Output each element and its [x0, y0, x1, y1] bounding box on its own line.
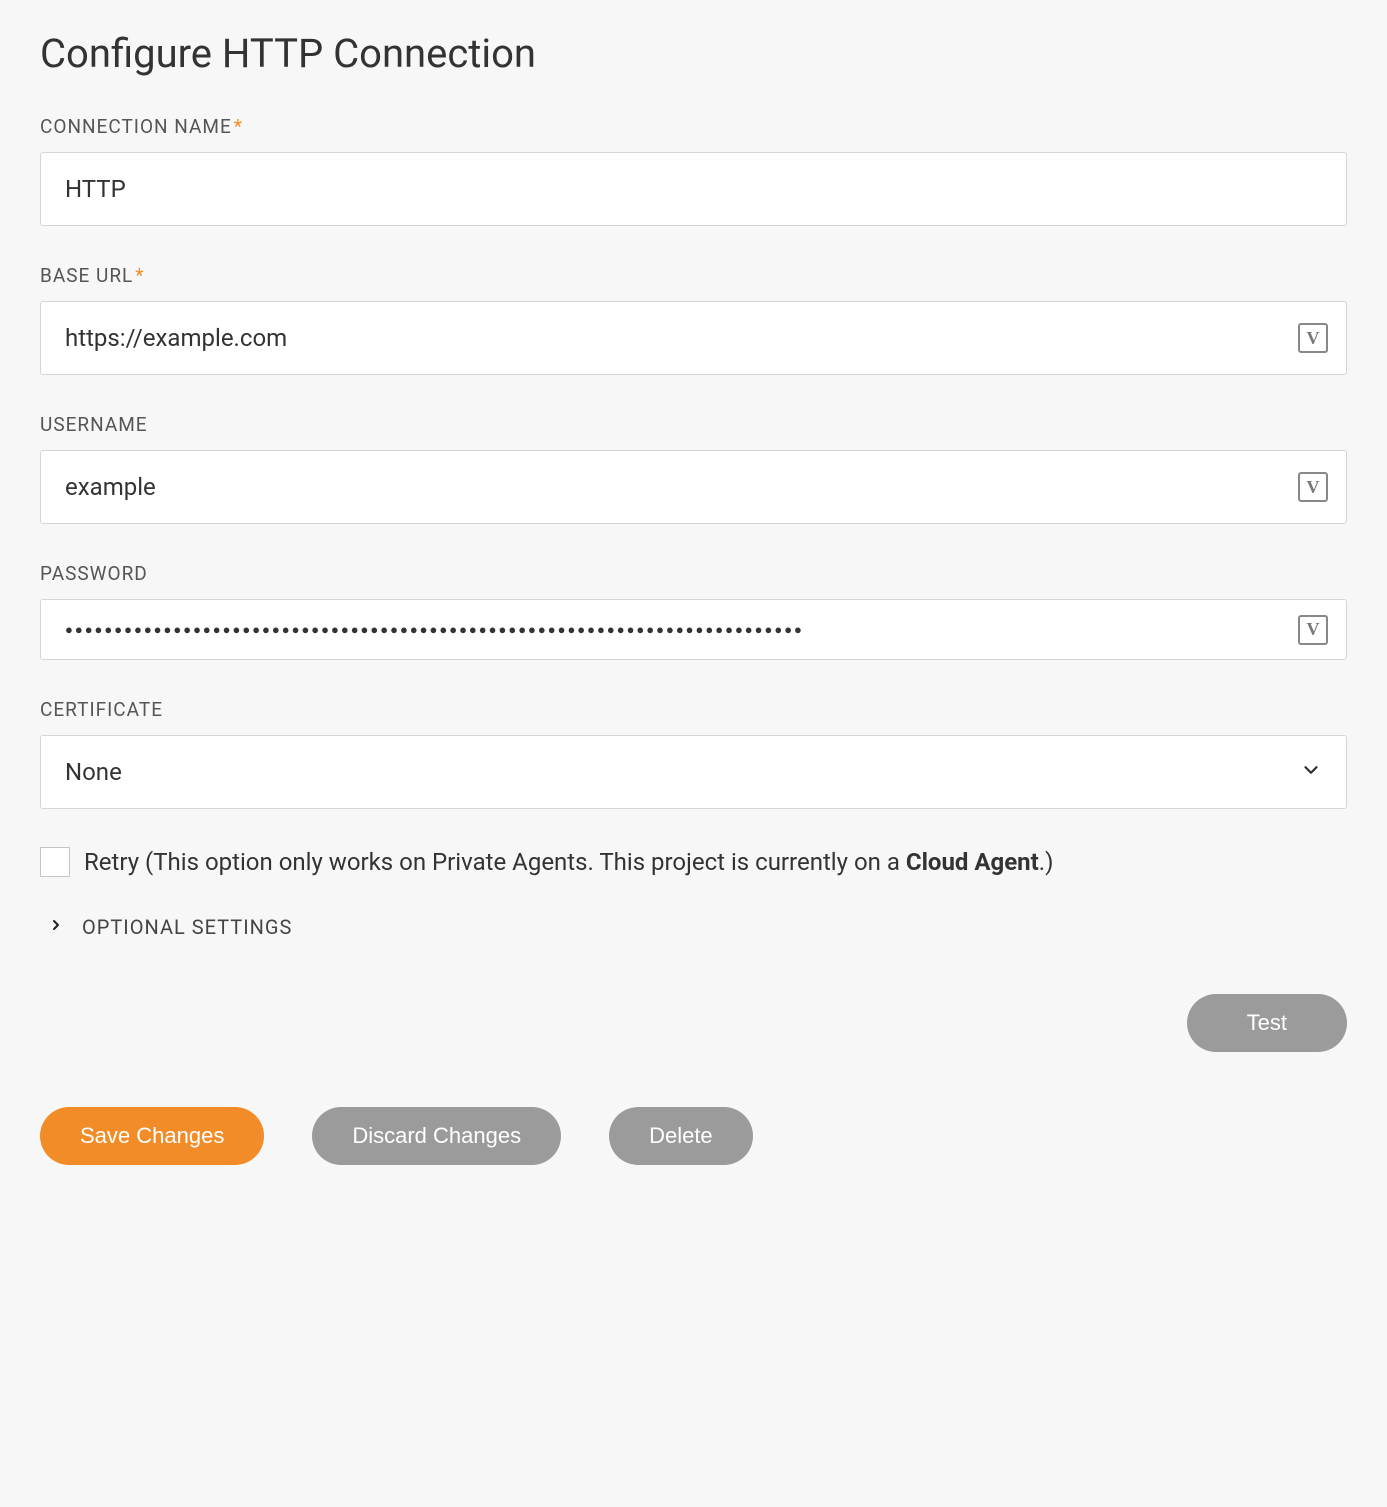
- base-url-input[interactable]: [41, 302, 1346, 374]
- delete-button[interactable]: Delete: [609, 1107, 753, 1165]
- connection-name-label: Connection Name*: [40, 115, 1347, 138]
- certificate-label: Certificate: [40, 698, 1347, 721]
- field-base-url: Base URL* V: [40, 264, 1347, 375]
- optional-settings-label: Optional Settings: [82, 915, 292, 939]
- test-button-row: Test: [40, 994, 1347, 1052]
- base-url-input-wrap: V: [40, 301, 1347, 375]
- required-asterisk-icon: *: [234, 115, 243, 138]
- connection-name-input-wrap: [40, 152, 1347, 226]
- field-password: Password V: [40, 562, 1347, 660]
- variable-icon[interactable]: V: [1298, 323, 1328, 353]
- certificate-value: None: [41, 736, 1346, 808]
- chevron-down-icon: [1300, 759, 1322, 785]
- username-input-wrap: V: [40, 450, 1347, 524]
- field-username: Username V: [40, 413, 1347, 524]
- retry-checkbox[interactable]: [40, 847, 70, 877]
- variable-icon[interactable]: V: [1298, 472, 1328, 502]
- bottom-buttons: Save Changes Discard Changes Delete: [40, 1107, 1347, 1165]
- certificate-select[interactable]: None: [40, 735, 1347, 809]
- password-label: Password: [40, 562, 1347, 585]
- password-input[interactable]: [41, 600, 1346, 659]
- username-label: Username: [40, 413, 1347, 436]
- retry-checkbox-label: Retry (This option only works on Private…: [84, 848, 1053, 876]
- connection-name-input[interactable]: [41, 153, 1346, 225]
- variable-icon[interactable]: V: [1298, 615, 1328, 645]
- field-connection-name: Connection Name*: [40, 115, 1347, 226]
- retry-checkbox-row: Retry (This option only works on Private…: [40, 847, 1347, 877]
- field-certificate: Certificate None: [40, 698, 1347, 809]
- username-input[interactable]: [41, 451, 1346, 523]
- page-title: Configure HTTP Connection: [40, 30, 1347, 77]
- password-input-wrap: V: [40, 599, 1347, 660]
- optional-settings-toggle[interactable]: Optional Settings: [40, 915, 1347, 939]
- test-button[interactable]: Test: [1187, 994, 1347, 1052]
- save-button[interactable]: Save Changes: [40, 1107, 264, 1165]
- base-url-label: Base URL*: [40, 264, 1347, 287]
- discard-button[interactable]: Discard Changes: [312, 1107, 561, 1165]
- required-asterisk-icon: *: [135, 264, 144, 287]
- chevron-right-icon: [48, 917, 64, 937]
